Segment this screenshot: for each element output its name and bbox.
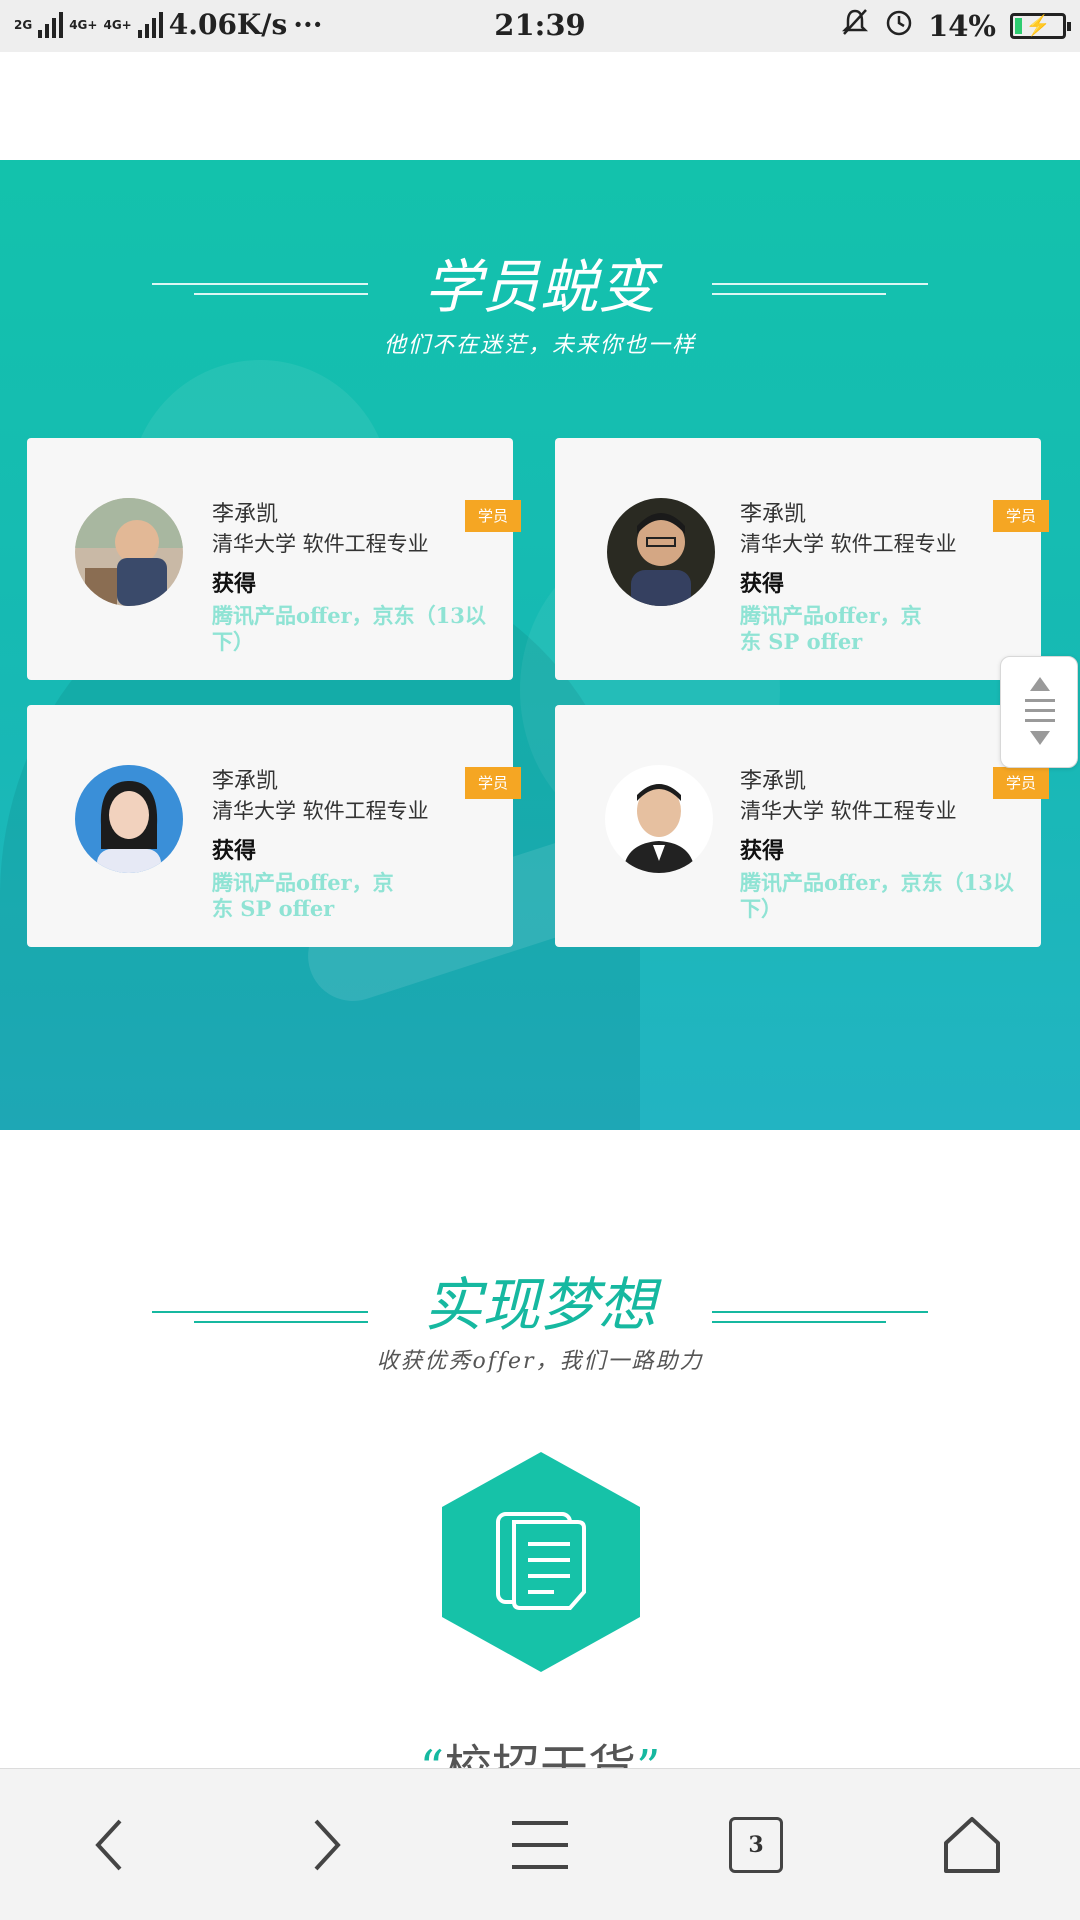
- student-card[interactable]: 学员 李承凯 清华大学 软件工程专业 获得 腾讯产品offer，京 东 SP o…: [27, 705, 521, 947]
- battery-percent: 14%: [928, 8, 996, 43]
- status-bar: 2G 4G+ 4G+ 4.06K/s ··· 21:39 14% ⚡: [0, 0, 1080, 52]
- gain-label: 获得: [212, 571, 257, 597]
- menu-icon: [512, 1821, 568, 1869]
- home-button[interactable]: [932, 1809, 1012, 1881]
- student-badge: 学员: [993, 500, 1049, 532]
- student-name: 李承凯: [740, 769, 807, 794]
- menu-button[interactable]: [500, 1809, 580, 1881]
- section-subtitle: 他们不在迷茫，未来你也一样: [383, 333, 696, 358]
- student-school: 清华大学 软件工程专业: [740, 532, 957, 556]
- home-icon: [944, 1817, 1000, 1873]
- student-avatar: [605, 765, 713, 873]
- student-school: 清华大学 软件工程专业: [212, 532, 429, 556]
- section-title: 实现梦想: [423, 1271, 656, 1339]
- forward-button[interactable]: [286, 1809, 366, 1881]
- offer-result: 腾讯产品offer，京 东 SP offer: [740, 603, 922, 654]
- browser-bottom-nav: 3: [0, 1768, 1080, 1920]
- student-school: 清华大学 软件工程专业: [740, 799, 957, 823]
- student-badge: 学员: [465, 500, 521, 532]
- back-icon: [95, 1819, 122, 1871]
- student-card[interactable]: 学员 李承凯 清华大学 软件工程专业 获得 腾讯产品offer，京东（13以下）: [27, 438, 521, 680]
- bell-mute-icon: [840, 7, 870, 44]
- alarm-icon: [884, 7, 914, 44]
- student-name: 李承凯: [740, 502, 807, 527]
- offer-result: 腾讯产品offer，京 东 SP offer: [212, 870, 394, 921]
- offer-result: 腾讯产品offer，京东（13以下）: [212, 603, 486, 654]
- student-school: 清华大学 软件工程专业: [212, 799, 429, 823]
- scroll-handle[interactable]: [1000, 656, 1078, 768]
- student-avatar: [607, 498, 715, 606]
- forward-icon: [314, 1819, 341, 1871]
- student-avatar: [75, 498, 183, 606]
- gain-label: 获得: [740, 571, 785, 597]
- gain-label: 获得: [740, 838, 785, 864]
- student-name: 李承凯: [212, 769, 279, 794]
- scroll-arrows-icon: [1025, 677, 1055, 745]
- student-badge: 学员: [465, 767, 521, 799]
- offer-result: 腾讯产品offer，京东（13以下）: [740, 870, 1014, 921]
- back-button[interactable]: [70, 1809, 150, 1881]
- tabs-icon: 3: [729, 1817, 783, 1873]
- student-transformation-section: 学员蜕变 他们不在迷茫，未来你也一样 学员 李承凯 清华大学 软件工程专业 获得…: [0, 160, 1080, 1130]
- student-card[interactable]: 学员 李承凯 清华大学 软件工程专业 获得 腾讯产品offer，京 东 SP o…: [555, 438, 1049, 680]
- tabs-button[interactable]: 3: [716, 1809, 796, 1881]
- student-name: 李承凯: [212, 502, 279, 527]
- document-hexagon-icon: [442, 1452, 640, 1672]
- student-card[interactable]: 学员 李承凯 清华大学 软件工程专业 获得 腾讯产品offer，京东（13以下）: [555, 705, 1049, 947]
- section-title: 学员蜕变: [423, 253, 656, 321]
- battery-icon: ⚡: [1010, 12, 1071, 39]
- gain-label: 获得: [212, 838, 257, 864]
- charging-icon: ⚡: [1025, 12, 1051, 37]
- status-right: 14% ⚡: [840, 7, 1071, 44]
- student-badge: 学员: [993, 767, 1049, 799]
- section-subtitle: 收获优秀offer，我们一路助力: [376, 1349, 704, 1374]
- student-avatar: [75, 765, 183, 873]
